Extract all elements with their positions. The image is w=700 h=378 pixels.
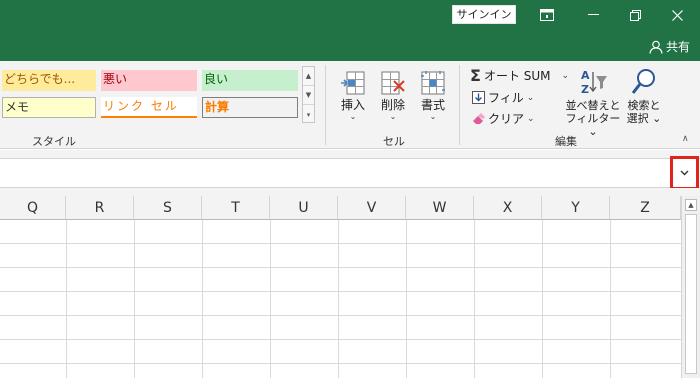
row-gridline — [0, 267, 681, 268]
row-gridline — [0, 315, 681, 316]
column-gridline — [338, 220, 339, 378]
scroll-up-icon[interactable]: ▲ — [685, 199, 697, 211]
expand-formula-bar-button[interactable] — [670, 156, 699, 190]
editing-group-label: 編集 — [555, 135, 577, 148]
group-separator — [325, 65, 326, 145]
eraser-icon — [473, 112, 485, 124]
style-neutral[interactable]: どちらでも... — [2, 70, 96, 91]
close-button[interactable] — [654, 0, 700, 30]
insert-cells-icon — [341, 71, 365, 95]
chevron-down-icon: ⌄ — [527, 113, 535, 124]
column-gridline — [474, 220, 475, 378]
column-header-t[interactable]: T — [202, 196, 270, 220]
sort-filter-button[interactable]: A Z 並べ替えと フィルター ⌄ — [565, 66, 621, 138]
column-header-s[interactable]: S — [134, 196, 202, 220]
ribbon-display-options-icon — [540, 9, 554, 21]
style-note[interactable]: メモ — [2, 97, 96, 118]
style-bad[interactable]: 悪い — [101, 70, 197, 91]
column-gridline — [542, 220, 543, 378]
row-gridline — [0, 363, 681, 364]
minimize-icon — [587, 14, 599, 15]
column-gridline — [66, 220, 67, 378]
restore-button[interactable] — [612, 0, 658, 30]
column-header-w[interactable]: W — [406, 196, 474, 220]
gallery-more-icon[interactable]: ▾ — [303, 105, 314, 124]
column-gridline — [610, 220, 611, 378]
chevron-down-icon: ⌄ — [526, 92, 535, 103]
column-header-v[interactable]: V — [338, 196, 406, 220]
find-select-label-2: 選択 ⌄ — [626, 112, 662, 125]
scrollbar-thumb[interactable] — [685, 214, 697, 374]
insert-button[interactable]: 挿入 ⌄ — [336, 66, 370, 122]
ribbon-tab-bar: 共有 — [0, 30, 700, 61]
ribbon-display-options-button[interactable] — [524, 0, 570, 30]
delete-label: 削除 — [380, 98, 405, 112]
style-gallery-scroll[interactable]: ▲ ▼ ▾ — [302, 66, 315, 123]
row-gridline — [0, 243, 681, 244]
format-cells-icon — [421, 71, 445, 95]
clear-label: クリア — [488, 112, 525, 126]
sigma-icon: Σ — [470, 66, 481, 85]
sign-in-button[interactable]: サインイン — [452, 5, 516, 24]
fill-label: フィル — [488, 91, 524, 105]
column-header-q[interactable]: Q — [0, 196, 66, 220]
autosum-button[interactable]: Σ オート SUM ⌄ — [470, 66, 569, 85]
column-gridline — [134, 220, 135, 378]
style-linked-cell[interactable]: リンク セル — [101, 97, 197, 118]
person-icon — [649, 40, 663, 54]
share-label: 共有 — [665, 40, 690, 54]
column-header-z[interactable]: Z — [610, 196, 681, 220]
column-header-r[interactable]: R — [66, 196, 134, 220]
ribbon-gap — [0, 150, 700, 158]
gallery-up-icon[interactable]: ▲ — [303, 67, 314, 86]
svg-text:A: A — [581, 69, 590, 82]
close-icon — [671, 9, 683, 21]
column-header-x[interactable]: X — [474, 196, 542, 220]
cells-group-label: セル — [383, 135, 405, 148]
cell-grid[interactable] — [0, 220, 681, 378]
format-label: 書式 — [420, 98, 445, 112]
svg-text:Z: Z — [581, 83, 589, 96]
delete-cells-icon — [381, 71, 405, 95]
restore-icon — [629, 9, 641, 21]
column-gridline — [406, 220, 407, 378]
gallery-down-icon[interactable]: ▼ — [303, 86, 314, 105]
column-header-y[interactable]: Y — [542, 196, 610, 220]
delete-button[interactable]: 削除 ⌄ — [376, 66, 410, 122]
title-bar: サインイン — [0, 0, 700, 30]
styles-group-label: スタイル — [32, 135, 76, 148]
row-gridline — [0, 339, 681, 340]
magnifier-icon — [631, 69, 655, 94]
chevron-down-icon: ⌄ — [349, 112, 357, 121]
chevron-down-icon: ⌄ — [429, 112, 437, 121]
group-separator — [459, 65, 460, 145]
column-gridline — [202, 220, 203, 378]
vertical-scrollbar[interactable]: ▲ — [681, 196, 700, 378]
fill-button[interactable]: フィル ⌄ — [472, 89, 534, 106]
sort-filter-icon: A Z — [581, 69, 607, 96]
style-calculation[interactable]: 計算 — [202, 97, 298, 118]
insert-label: 挿入 — [340, 98, 365, 112]
formula-gap — [0, 188, 700, 196]
chevron-down-icon: ⌄ — [389, 112, 397, 121]
column-gridline — [270, 220, 271, 378]
chevron-down-icon — [680, 170, 689, 176]
fill-down-icon — [472, 91, 485, 104]
find-select-button[interactable]: 検索と 選択 ⌄ — [624, 66, 664, 125]
column-header-u[interactable]: U — [270, 196, 338, 220]
sort-filter-label-1: 並べ替えと — [565, 99, 621, 112]
ribbon: どちらでも... 悪い 良い メモ リンク セル 計算 ▲ ▼ ▾ スタイル 挿… — [0, 61, 700, 149]
clear-button[interactable]: クリア ⌄ — [472, 110, 535, 127]
minimize-button[interactable] — [570, 0, 616, 30]
share-button[interactable]: 共有 — [649, 38, 690, 55]
collapse-ribbon-icon[interactable]: ∧ — [682, 134, 689, 144]
find-select-label-1: 検索と — [627, 99, 661, 112]
formula-bar[interactable] — [0, 158, 700, 188]
row-gridline — [0, 291, 681, 292]
autosum-label: オート SUM — [483, 69, 551, 83]
style-good[interactable]: 良い — [202, 70, 298, 91]
format-button[interactable]: 書式 ⌄ — [416, 66, 450, 122]
